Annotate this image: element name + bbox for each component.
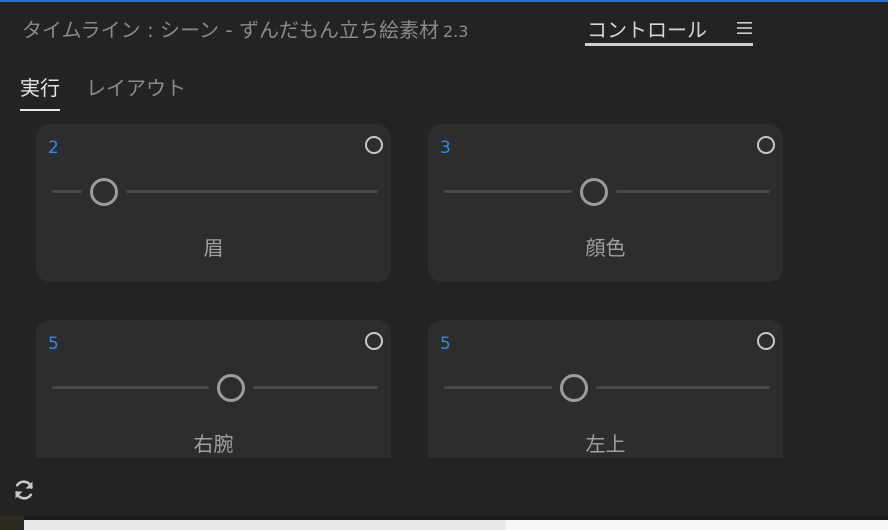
control-grid: 2 眉 3 顔色 5 右腕 5 左上 — [36, 124, 784, 458]
refresh-icon[interactable] — [12, 478, 36, 502]
control-card-right-arm: 5 右腕 — [36, 320, 391, 458]
slider-track-left[interactable] — [444, 190, 572, 193]
card-label: 眉 — [203, 236, 224, 260]
value-slider[interactable] — [52, 372, 378, 402]
card-value: 5 — [440, 334, 451, 354]
background-strip — [0, 516, 888, 530]
slider-thumb[interactable] — [560, 374, 589, 402]
card-label: 顔色 — [585, 236, 626, 260]
panel-title-version: 2.3 — [443, 22, 469, 41]
thumbnail-image — [0, 516, 24, 530]
slider-thumb[interactable] — [90, 178, 119, 206]
control-panel: タイムライン : シーン - ずんだもん立ち絵素材 2.3 コントロール 実行 レ… — [0, 0, 888, 516]
slider-thumb[interactable] — [217, 374, 246, 402]
slider-track-left[interactable] — [52, 386, 210, 389]
hamburger-menu-icon[interactable] — [737, 22, 752, 34]
control-card-eyebrow: 2 眉 — [36, 124, 391, 282]
slider-track-left[interactable] — [444, 386, 553, 389]
card-value: 2 — [48, 138, 59, 158]
control-card-left-upper: 5 左上 — [428, 320, 783, 458]
panel-title-text: タイムライン : シーン - ずんだもん立ち絵素材 — [22, 18, 439, 42]
control-card-face-color: 3 顔色 — [428, 124, 783, 282]
background-area — [506, 520, 888, 530]
tab-layout[interactable]: レイアウト — [86, 72, 186, 109]
value-slider[interactable] — [444, 372, 770, 402]
radio-button[interactable] — [757, 136, 775, 154]
tab-controls-label: コントロール — [587, 18, 707, 42]
card-label: 右腕 — [193, 432, 234, 456]
card-value: 5 — [48, 334, 59, 354]
slider-thumb[interactable] — [579, 178, 608, 206]
radio-button[interactable] — [365, 136, 383, 154]
slider-track-right[interactable] — [126, 190, 378, 193]
card-label: 左上 — [585, 432, 626, 456]
slider-track-left[interactable] — [52, 190, 83, 193]
radio-button[interactable] — [757, 332, 775, 350]
radio-button[interactable] — [365, 332, 383, 350]
value-slider[interactable] — [444, 176, 770, 206]
card-value: 3 — [440, 138, 451, 158]
tab-controls[interactable]: コントロール — [585, 10, 753, 46]
panel-title: タイムライン : シーン - ずんだもん立ち絵素材 2.3 — [22, 14, 468, 43]
background-area — [24, 520, 506, 530]
slider-track-right[interactable] — [615, 190, 770, 193]
tab-execute[interactable]: 実行 — [20, 72, 60, 111]
value-slider[interactable] — [52, 176, 378, 206]
slider-track-right[interactable] — [596, 386, 770, 389]
slider-track-right[interactable] — [253, 386, 378, 389]
panel-header: タイムライン : シーン - ずんだもん立ち絵素材 2.3 コントロール — [0, 2, 888, 54]
